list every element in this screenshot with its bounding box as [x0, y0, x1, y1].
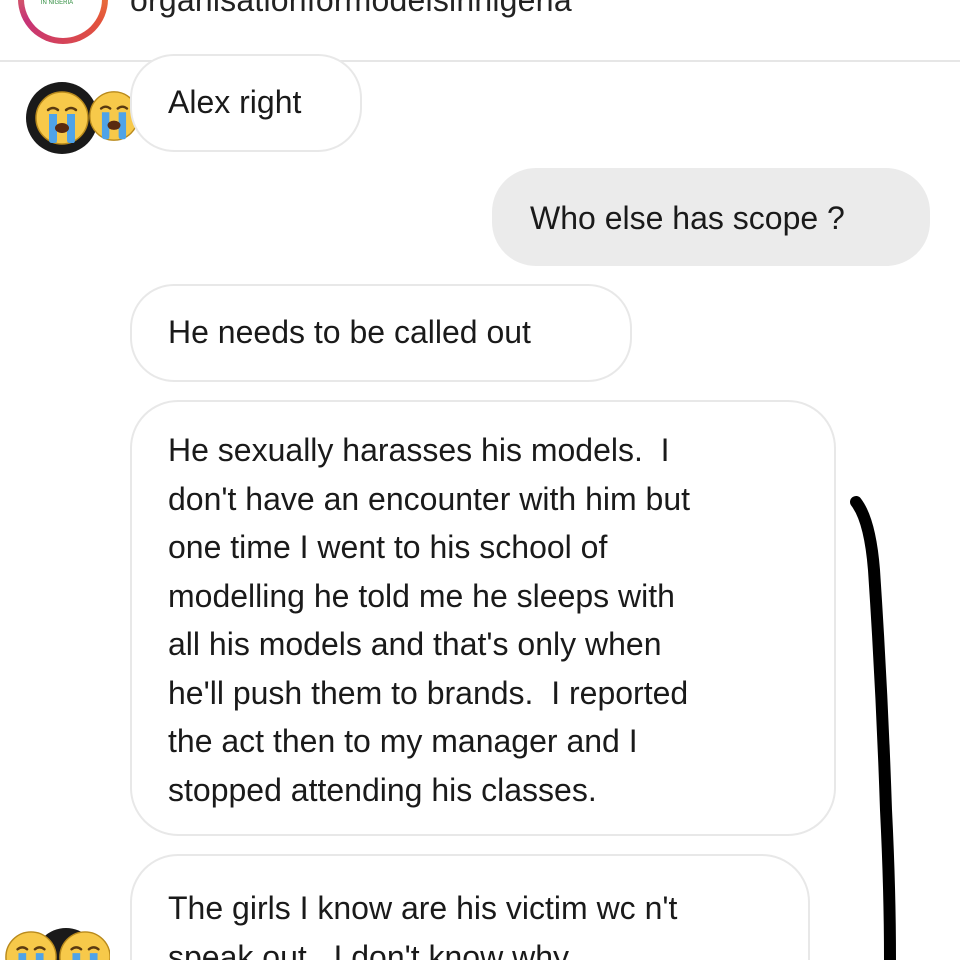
- loudly-crying-face-icon: [58, 930, 110, 960]
- message-line: The girls I know are his victim wc n't: [168, 890, 678, 926]
- message-bubble-received[interactable]: Alex right: [130, 54, 362, 152]
- loudly-crying-face-icon: [34, 90, 90, 146]
- message-bubble-received[interactable]: The girls I know are his victim wc n't s…: [130, 854, 810, 960]
- message-text: Alex right: [168, 84, 302, 120]
- message-line: modelling he told me he sleeps with: [168, 577, 675, 614]
- reaction-emoji-pair-bottom: [0, 928, 110, 960]
- message-line: one time I went to his school of: [168, 529, 608, 565]
- annotation-bracket-line: [850, 496, 896, 960]
- header-username[interactable]: organisationformodelsinnigeria: [130, 0, 572, 19]
- profile-avatar[interactable]: IN NIGERIA: [18, 0, 108, 44]
- svg-text:IN NIGERIA: IN NIGERIA: [41, 0, 73, 6]
- chat-header: IN NIGERIA organisationformodelsinnigeri…: [0, 0, 960, 62]
- message-text: He needs to be called out: [168, 314, 531, 350]
- message-bubble-received[interactable]: He sexually harasses his models. I don't…: [130, 400, 836, 836]
- organisation-logo-icon: IN NIGERIA: [41, 0, 73, 6]
- message-line: don't have an encounter with him but: [168, 480, 690, 517]
- message-line: speak out. I don't know why: [168, 938, 569, 960]
- message-text: Who else has scope ?: [530, 200, 845, 236]
- message-line: all his models and that's only when: [168, 626, 662, 662]
- message-line: He sexually harasses his models. I: [168, 432, 670, 468]
- message-line: stopped attending his classes.: [168, 771, 597, 808]
- message-bubble-sent[interactable]: Who else has scope ?: [492, 168, 930, 266]
- message-line: he'll push them to brands. I reported: [168, 674, 689, 711]
- message-line: the act then to my manager and I: [168, 723, 638, 759]
- reaction-emoji-pair-top: [26, 82, 136, 154]
- message-bubble-received[interactable]: He needs to be called out: [130, 284, 632, 382]
- loudly-crying-face-icon: [4, 930, 58, 960]
